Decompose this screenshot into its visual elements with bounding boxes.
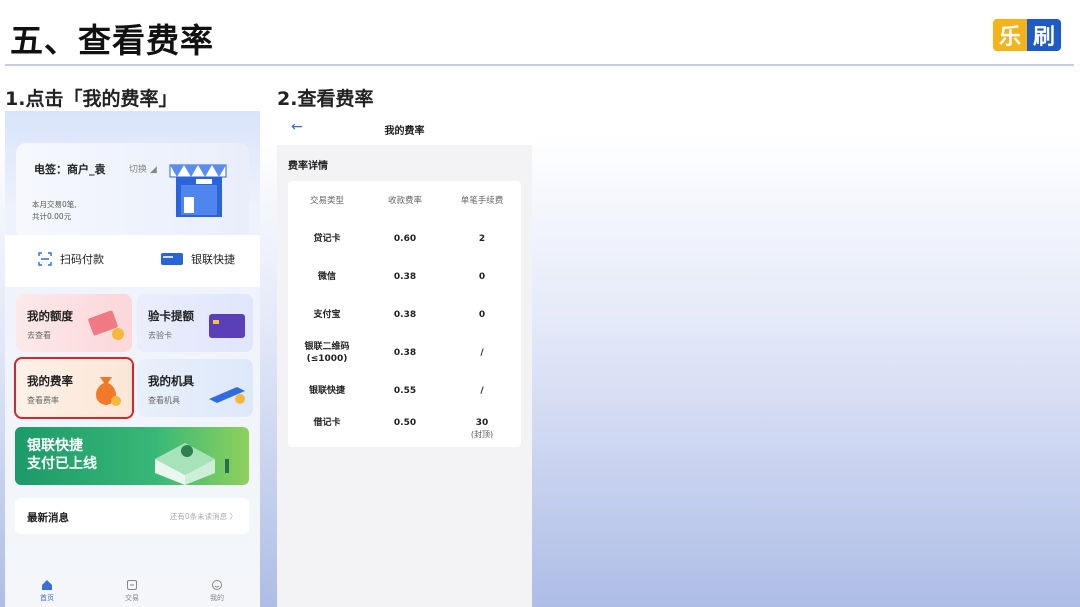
unionpay-quick-button[interactable]: 银联快捷 [161,251,235,267]
scan-pay-button[interactable]: 扫码付款 [38,251,104,267]
type-cell: 贷记卡 [313,234,341,244]
pos-terminal-icon [209,387,245,404]
column-header: 单笔手续费 [460,196,504,206]
nav-transactions[interactable]: 交易 [112,579,152,603]
news-title: 最新消息 [27,512,69,524]
tile-subtitle: 查看机具 [148,396,180,405]
home-icon [42,580,52,590]
column-header: 交易类型 [309,196,344,206]
nav-transactions-label: 交易 [125,594,139,602]
news-card[interactable]: 最新消息 还有0条未读消息 〉 [15,498,249,534]
fee-cell: / [480,386,484,396]
step-1-label: 1.点击「我的费率」 [5,88,178,110]
merchant-card[interactable]: 电签：商户_袁 切换 ◢ 本月交易0笔, 共计0.00元 [16,143,249,239]
scan-icon [38,252,52,266]
nav-mine[interactable]: 我的 [197,579,237,603]
switch-merchant-button[interactable]: 切换 ◢ [129,162,157,175]
rate-cell: 0.50 [393,418,417,428]
nav-home-label: 首页 [40,594,54,602]
home-screen: 电签：商户_袁 切换 ◢ 本月交易0笔, 共计0.00元 扫码付款 银联快捷 我… [5,111,260,607]
tile-my-device[interactable]: 我的机具 查看机具 [137,359,253,417]
fee-cell: 30 (封顶) [443,417,521,441]
column-header: 收款费率 [387,196,422,206]
tile-title: 我的机具 [148,374,194,388]
promo-banner[interactable]: 银联快捷 支付已上线 [15,427,249,485]
rate-cell: 0.38 [393,310,417,320]
transactions-icon [127,580,137,590]
rate-cell: 0.38 [393,272,417,282]
logo-char-1: 乐 [993,19,1027,51]
type-cell: 微信 [317,272,336,282]
rate-screen-title: 我的费率 [384,126,425,137]
banner-line-2: 支付已上线 [27,456,97,472]
nav-mine-label: 我的 [210,594,224,602]
header-divider [5,64,1074,66]
step-2-label: 2.查看费率 [277,88,374,110]
nav-home[interactable]: 首页 [27,579,67,603]
tile-verify-card[interactable]: 验卡提额 去验卡 [137,294,253,352]
logo-char-2: 刷 [1027,19,1061,51]
rate-section-title: 费率详情 [288,161,328,172]
rate-screen: ← 我的费率 费率详情 交易类型 收款费率 单笔手续费 贷记卡 0.60 2 微… [277,111,532,607]
brand-logo: 乐 刷 [993,19,1061,51]
tile-my-quota[interactable]: 我的额度 去查看 [16,294,132,352]
tile-subtitle: 去验卡 [148,331,172,340]
fee-value: 30 [475,418,489,428]
type-cell: 银联快捷 [308,386,345,396]
news-unread-link[interactable]: 还有0条未读消息 〉 [170,511,237,522]
fee-cell: / [480,348,484,358]
bank-card-icon [209,314,245,338]
rate-cell: 0.38 [393,348,417,358]
store-icon [169,164,227,217]
tile-title: 验卡提额 [148,309,194,323]
slide-header: 五、查看费率 乐 刷 [0,0,1080,66]
bottom-nav: 首页 交易 我的 [5,575,260,607]
tx-total: 共计0.00元 [32,212,72,221]
rate-screen-header: ← 我的费率 [277,111,532,145]
type-cell: 银联二维码 (≤1000) [304,342,350,364]
unionpay-quick-label: 银联快捷 [191,253,235,266]
tile-subtitle: 去查看 [27,331,51,340]
profile-icon [212,580,222,590]
fee-cell: 2 [478,234,486,244]
cash-icon [88,310,124,340]
unionpay-card-icon [161,253,183,265]
slide-title: 五、查看费率 [10,21,214,60]
merchant-name: 电签：商户_袁 [34,163,106,176]
fee-cell: 0 [478,310,486,320]
tx-count: 本月交易0笔, [32,200,77,209]
rate-cell: 0.60 [393,234,417,244]
banner-line-1: 银联快捷 [27,438,83,454]
type-cell: 支付宝 [313,310,341,320]
tile-title: 我的额度 [27,309,73,323]
scan-pay-label: 扫码付款 [60,253,104,266]
type-cell: 借记卡 [313,418,341,428]
rate-table: 交易类型 收款费率 单笔手续费 贷记卡 0.60 2 微信 0.38 0 支付宝… [288,181,521,447]
highlight-box [14,357,134,419]
building-illustration [155,443,229,485]
fee-note: (封顶) [470,430,494,439]
rate-cell: 0.55 [393,386,417,396]
fee-cell: 0 [478,272,486,282]
